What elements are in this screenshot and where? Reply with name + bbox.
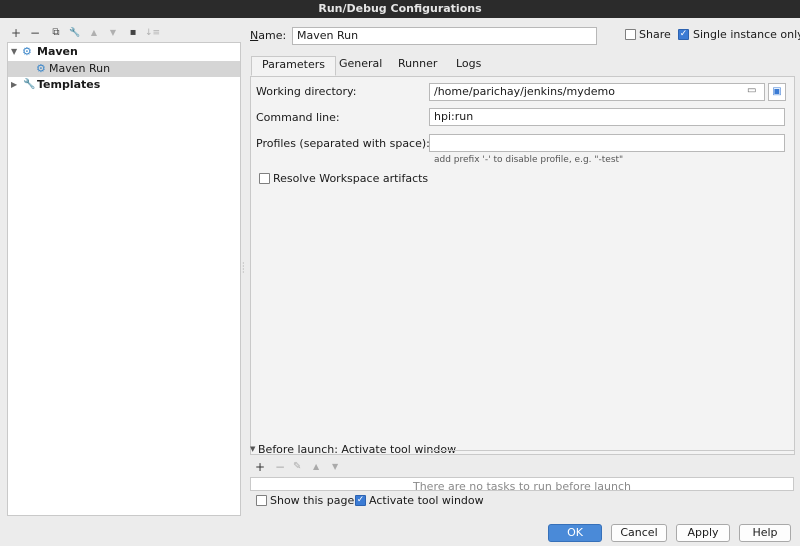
browse-folder-icon[interactable]: ▭ bbox=[747, 85, 756, 96]
share-checkbox[interactable] bbox=[625, 29, 636, 40]
tree-item-label: Maven Run bbox=[49, 62, 111, 75]
collapse-arrow-icon[interactable]: ▶ bbox=[11, 77, 17, 93]
show-this-page-checkbox[interactable] bbox=[256, 495, 267, 506]
move-up-button[interactable]: ▲ bbox=[87, 26, 101, 40]
remove-task-button[interactable]: − bbox=[275, 460, 285, 474]
profiles-label: Profiles (separated with space): bbox=[256, 137, 430, 150]
before-launch-title: Before launch: Activate tool window bbox=[258, 443, 457, 456]
apply-button[interactable]: Apply bbox=[676, 524, 730, 542]
expand-arrow-icon[interactable]: ▼ bbox=[11, 44, 17, 60]
name-input[interactable]: Maven Run bbox=[292, 27, 597, 45]
help-button[interactable]: Help bbox=[739, 524, 791, 542]
maven-gear-icon: ⚙ bbox=[22, 45, 32, 58]
window-title: Run/Debug Configurations bbox=[0, 0, 800, 18]
maven-run-gear-icon: ⚙ bbox=[36, 62, 46, 75]
tab-general[interactable]: General bbox=[329, 56, 392, 76]
configurations-tree[interactable]: ▼ ⚙ Maven ⚙ Maven Run ▶ 🔧 Templates bbox=[7, 42, 241, 516]
empty-tasks-text: There are no tasks to run before launch bbox=[412, 480, 632, 491]
wrench-icon: 🔧 bbox=[23, 79, 36, 90]
activate-tool-window-checkbox[interactable]: ✓ bbox=[355, 495, 366, 506]
cancel-button[interactable]: Cancel bbox=[611, 524, 667, 542]
tree-item-maven-run[interactable]: ⚙ Maven Run bbox=[8, 61, 240, 77]
command-line-label: Command line: bbox=[256, 111, 340, 124]
single-instance-label: Single instance only bbox=[693, 28, 800, 41]
move-down-button[interactable]: ▼ bbox=[106, 26, 120, 40]
copy-configuration-button[interactable]: ⧉ bbox=[49, 26, 63, 40]
add-task-button[interactable]: + bbox=[255, 460, 265, 474]
ok-button[interactable]: OK bbox=[548, 524, 602, 542]
resolve-workspace-checkbox[interactable] bbox=[259, 173, 270, 184]
profiles-input[interactable] bbox=[429, 134, 785, 152]
splitter-handle[interactable]: · · · · bbox=[242, 260, 245, 277]
show-this-page-label: Show this page bbox=[270, 494, 355, 507]
parameters-panel bbox=[250, 76, 795, 455]
single-instance-checkbox[interactable]: ✓ bbox=[678, 29, 689, 40]
tree-item-templates[interactable]: ▶ 🔧 Templates bbox=[8, 77, 240, 93]
command-line-input[interactable]: hpi:run bbox=[429, 108, 785, 126]
collapse-section-arrow-icon[interactable]: ▼ bbox=[250, 445, 255, 453]
add-configuration-button[interactable]: + bbox=[9, 26, 23, 40]
tab-runner[interactable]: Runner bbox=[388, 56, 447, 76]
move-task-up-icon[interactable]: ▲ bbox=[313, 462, 319, 471]
profiles-hint: add prefix '-' to disable profile, e.g. … bbox=[434, 155, 624, 165]
activate-tool-window-label: Activate tool window bbox=[369, 494, 484, 507]
before-launch-task-list[interactable]: There are no tasks to run before launch bbox=[250, 477, 794, 491]
edit-defaults-wrench-icon[interactable]: 🔧 bbox=[68, 26, 82, 40]
move-task-down-icon[interactable]: ▼ bbox=[332, 462, 338, 471]
edit-task-pencil-icon[interactable]: ✎ bbox=[293, 461, 301, 472]
tab-parameters[interactable]: Parameters bbox=[251, 56, 336, 76]
working-directory-input[interactable]: /home/parichay/jenkins/mydemo bbox=[429, 83, 765, 101]
tab-logs[interactable]: Logs bbox=[446, 56, 491, 76]
sort-configurations-button[interactable]: ↓≡ bbox=[145, 26, 160, 40]
working-directory-label: Working directory: bbox=[256, 85, 357, 98]
remove-configuration-button[interactable]: − bbox=[28, 26, 42, 40]
resolve-workspace-label: Resolve Workspace artifacts bbox=[273, 172, 429, 185]
tree-item-label: Templates bbox=[37, 78, 101, 91]
name-label: Name: bbox=[250, 29, 287, 42]
macros-folder-icon[interactable]: ▣ bbox=[768, 83, 786, 101]
move-into-folder-button[interactable]: ▪ bbox=[126, 26, 140, 40]
tree-item-label: Maven bbox=[37, 45, 78, 58]
share-label: Share bbox=[639, 28, 671, 41]
tree-item-maven[interactable]: ▼ ⚙ Maven bbox=[8, 44, 240, 60]
section-divider bbox=[430, 450, 795, 451]
